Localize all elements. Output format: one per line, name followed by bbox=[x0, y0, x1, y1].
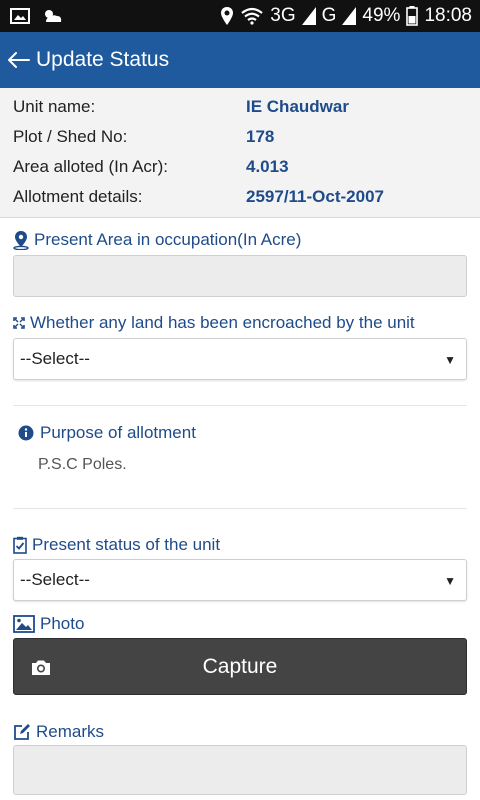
section-divider bbox=[13, 405, 467, 406]
dropdown-caret-icon: ▼ bbox=[444, 353, 456, 367]
area-alloted-label: Area alloted (In Acr): bbox=[13, 157, 168, 176]
unit-name-row: Unit name: IE Chaudwar bbox=[13, 92, 473, 122]
status-bar: 3G G 49% 18:08 bbox=[0, 0, 480, 32]
allotment-details-row: Allotment details: 2597/11-Oct-2007 bbox=[13, 182, 473, 212]
remarks-label: Remarks bbox=[13, 722, 104, 742]
battery-percent: 49% bbox=[362, 5, 401, 26]
remarks-input[interactable] bbox=[13, 745, 467, 795]
present-area-label: Present Area in occupation(In Acre) bbox=[13, 230, 301, 250]
area-alloted-row: Area alloted (In Acr): 4.013 bbox=[13, 152, 473, 182]
present-status-selected-value: --Select-- bbox=[20, 570, 90, 589]
signal-icon bbox=[301, 7, 316, 25]
plot-row: Plot / Shed No: 178 bbox=[13, 122, 473, 152]
back-button[interactable] bbox=[8, 32, 36, 88]
gallery-notification-icon bbox=[10, 8, 30, 24]
photo-label: Photo bbox=[13, 614, 84, 634]
unit-info-panel: Unit name: IE Chaudwar Plot / Shed No: 1… bbox=[0, 88, 480, 218]
present-status-label-text: Present status of the unit bbox=[32, 535, 221, 554]
unit-name-value: IE Chaudwar bbox=[246, 97, 349, 116]
photo-label-text: Photo bbox=[40, 614, 85, 633]
remarks-label-text: Remarks bbox=[36, 722, 105, 741]
allotment-details-label: Allotment details: bbox=[13, 187, 143, 206]
network-type-label: 3G bbox=[270, 5, 296, 26]
camera-icon bbox=[32, 660, 50, 675]
location-icon bbox=[221, 7, 234, 25]
capture-button-label: Capture bbox=[202, 654, 278, 678]
unit-name-label: Unit name: bbox=[13, 97, 96, 116]
weather-notification-icon bbox=[45, 10, 62, 22]
signal-icon-secondary bbox=[342, 7, 357, 25]
encroachment-label: Whether any land has been encroached by … bbox=[13, 313, 415, 333]
encroachment-label-text: Whether any land has been encroached by … bbox=[30, 313, 415, 332]
allotment-details-value: 2597/11-Oct-2007 bbox=[246, 187, 384, 206]
info-icon bbox=[18, 425, 34, 441]
dropdown-caret-icon: ▼ bbox=[444, 574, 456, 588]
page-title: Update Status bbox=[36, 48, 170, 71]
expand-arrows-icon bbox=[13, 317, 25, 329]
present-area-input[interactable] bbox=[13, 255, 467, 297]
encroachment-select[interactable]: --Select-- ▼ bbox=[13, 338, 467, 380]
status-indicators: 3G G 49% 18:08 bbox=[220, 0, 472, 32]
purpose-label: Purpose of allotment bbox=[18, 423, 196, 443]
present-area-label-text: Present Area in occupation(In Acre) bbox=[34, 230, 302, 249]
edit-icon bbox=[14, 724, 30, 740]
area-alloted-value: 4.013 bbox=[246, 157, 289, 176]
clock: 18:08 bbox=[424, 5, 472, 26]
capture-button[interactable]: Capture bbox=[13, 638, 467, 695]
purpose-label-text: Purpose of allotment bbox=[40, 423, 196, 442]
section-divider bbox=[13, 508, 467, 509]
plot-label: Plot / Shed No: bbox=[13, 127, 128, 146]
notification-icons bbox=[10, 7, 64, 25]
app-bar: Update Status bbox=[0, 32, 480, 88]
clipboard-check-icon bbox=[13, 536, 27, 554]
network-mode-label: G bbox=[321, 5, 337, 26]
encroachment-selected-value: --Select-- bbox=[20, 349, 90, 368]
arrow-left-icon bbox=[8, 52, 30, 68]
purpose-value: P.S.C Poles. bbox=[38, 456, 127, 473]
map-pin-icon bbox=[13, 231, 29, 250]
battery-icon bbox=[406, 6, 419, 26]
present-status-label: Present status of the unit bbox=[13, 535, 220, 555]
image-icon bbox=[13, 615, 35, 633]
plot-value: 178 bbox=[246, 127, 275, 146]
wifi-icon bbox=[241, 7, 263, 25]
present-status-select[interactable]: --Select-- ▼ bbox=[13, 559, 467, 601]
